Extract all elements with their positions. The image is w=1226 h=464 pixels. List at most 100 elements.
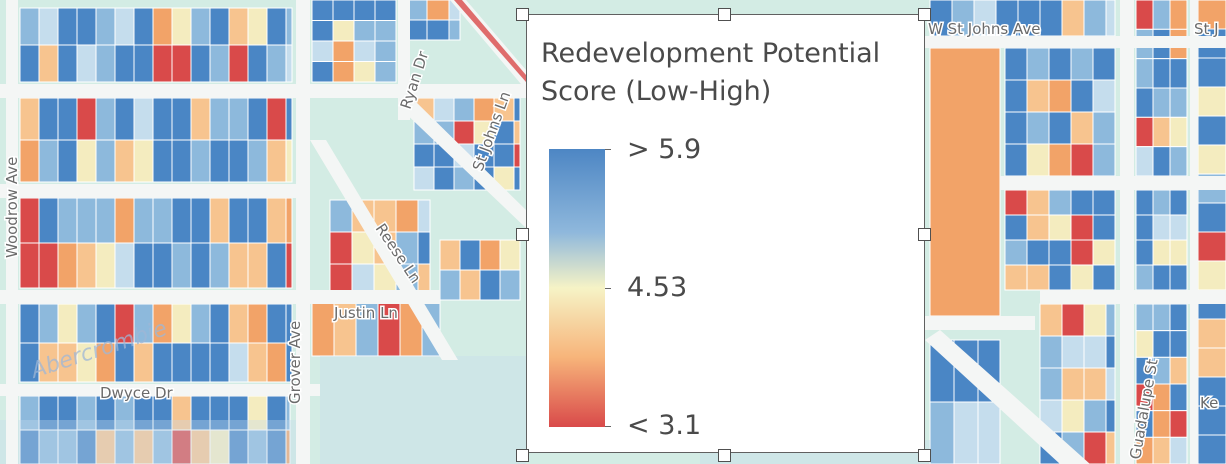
parcel[interactable]: [1152, 436, 1171, 464]
parcel[interactable]: [209, 139, 230, 183]
parcel[interactable]: [1004, 189, 1028, 216]
parcel[interactable]: [1197, 144, 1226, 175]
parcel[interactable]: [1070, 111, 1094, 145]
parcel[interactable]: [977, 401, 1001, 464]
parcel[interactable]: [76, 197, 97, 244]
parcel[interactable]: [1197, 86, 1226, 117]
parcel[interactable]: [1061, 367, 1085, 401]
parcel[interactable]: [247, 7, 268, 46]
parcel[interactable]: [1061, 399, 1085, 433]
parcel[interactable]: [209, 242, 230, 289]
parcel[interactable]: [459, 239, 481, 271]
parcel[interactable]: [1152, 264, 1171, 291]
resize-handle-left[interactable]: [516, 228, 529, 241]
parcel[interactable]: [133, 242, 154, 289]
parcel[interactable]: [114, 44, 135, 83]
parcel[interactable]: [228, 139, 249, 183]
parcel[interactable]: [209, 97, 230, 141]
parcel[interactable]: [19, 197, 40, 244]
parcel[interactable]: [1169, 410, 1188, 438]
parcel[interactable]: [513, 143, 521, 168]
parcel[interactable]: [19, 242, 40, 289]
parcel[interactable]: [1169, 146, 1188, 177]
parcel[interactable]: [190, 44, 211, 83]
parcel[interactable]: [285, 44, 293, 83]
parcel[interactable]: [311, 61, 334, 83]
parcel[interactable]: [38, 197, 59, 244]
parcel[interactable]: [1197, 57, 1226, 88]
parcel[interactable]: [353, 0, 376, 21]
parcel[interactable]: [1070, 47, 1094, 81]
parcel[interactable]: [57, 7, 78, 46]
parcel[interactable]: [1135, 116, 1154, 148]
parcel[interactable]: [1039, 335, 1063, 369]
parcel[interactable]: [1135, 330, 1154, 358]
parcel[interactable]: [479, 269, 501, 301]
parcel[interactable]: [413, 143, 435, 168]
parcel[interactable]: [1105, 367, 1116, 401]
parcel[interactable]: [1169, 189, 1188, 216]
parcel[interactable]: [247, 242, 268, 289]
parcel[interactable]: [499, 269, 521, 301]
resize-handle-right[interactable]: [918, 228, 931, 241]
parcel[interactable]: [311, 299, 335, 357]
parcel[interactable]: [38, 242, 59, 289]
parcel[interactable]: [266, 303, 287, 344]
parcel[interactable]: [228, 303, 249, 344]
parcel[interactable]: [1152, 189, 1171, 216]
parcel[interactable]: [1135, 0, 1154, 30]
parcel[interactable]: [353, 20, 376, 42]
parcel[interactable]: [1197, 231, 1226, 262]
parcel[interactable]: [247, 303, 268, 344]
parcel[interactable]: [1135, 239, 1154, 266]
parcel[interactable]: [152, 7, 173, 46]
parcel[interactable]: [57, 242, 78, 289]
parcel[interactable]: [1135, 146, 1154, 177]
parcel[interactable]: [171, 97, 192, 141]
parcel[interactable]: [433, 97, 455, 122]
parcel[interactable]: [1026, 79, 1050, 113]
resize-handle-bottom-right[interactable]: [918, 449, 931, 462]
parcel[interactable]: [114, 242, 135, 289]
parcel[interactable]: [1070, 239, 1094, 266]
parcel[interactable]: [1092, 143, 1116, 177]
parcel[interactable]: [1092, 239, 1116, 266]
parcel[interactable]: [1152, 0, 1171, 30]
parcel[interactable]: [953, 401, 979, 464]
parcel[interactable]: [95, 7, 116, 46]
parcel[interactable]: [95, 197, 116, 244]
parcel[interactable]: [1197, 202, 1226, 233]
parcel[interactable]: [266, 242, 287, 289]
parcel[interactable]: [513, 120, 521, 145]
parcel[interactable]: [57, 197, 78, 244]
parcel[interactable]: [1092, 189, 1116, 216]
parcel[interactable]: [1152, 58, 1171, 89]
parcel[interactable]: [114, 97, 135, 141]
parcel[interactable]: [190, 7, 211, 46]
parcel[interactable]: [1070, 214, 1094, 241]
parcel[interactable]: [247, 97, 268, 141]
parcel[interactable]: [1197, 434, 1226, 464]
parcel[interactable]: [57, 139, 78, 183]
parcel[interactable]: [171, 342, 192, 383]
parcel[interactable]: [1105, 431, 1116, 464]
parcel[interactable]: [1169, 383, 1188, 412]
parcel[interactable]: [1048, 47, 1072, 81]
parcel[interactable]: [285, 97, 293, 141]
parcel[interactable]: [171, 197, 192, 244]
parcel[interactable]: [209, 197, 230, 244]
parcel[interactable]: [1070, 143, 1094, 177]
parcel[interactable]: [448, 19, 461, 41]
parcel[interactable]: [1070, 264, 1094, 291]
parcel[interactable]: [1026, 189, 1050, 216]
parcel[interactable]: [332, 40, 355, 62]
parcel[interactable]: [1048, 189, 1072, 216]
parcel[interactable]: [433, 166, 455, 191]
parcel[interactable]: [228, 44, 249, 83]
resize-handle-top-right[interactable]: [918, 8, 931, 21]
parcel[interactable]: [479, 239, 501, 271]
resize-handle-bottom[interactable]: [718, 449, 731, 462]
parcel[interactable]: [374, 20, 397, 42]
parcel[interactable]: [190, 139, 211, 183]
parcel[interactable]: [1169, 58, 1188, 89]
